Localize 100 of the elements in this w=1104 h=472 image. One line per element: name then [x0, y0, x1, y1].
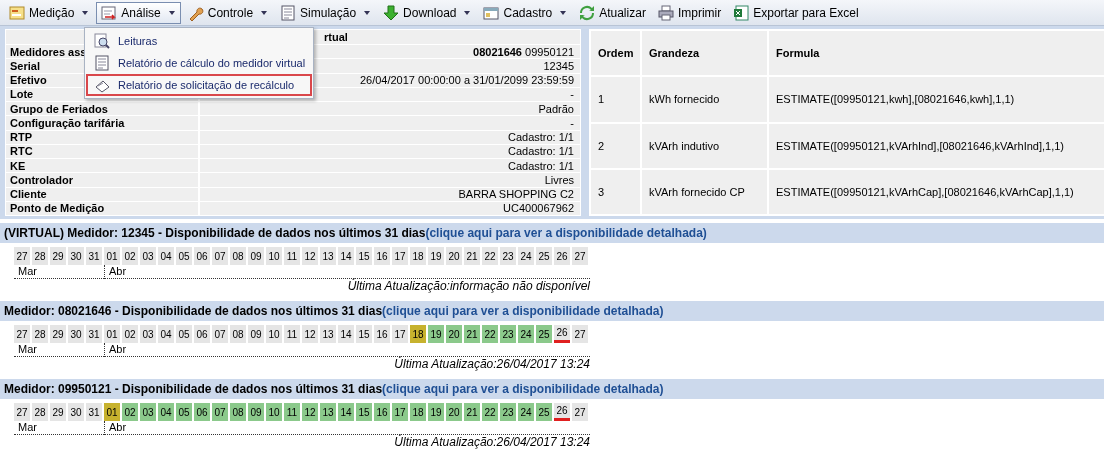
month-label: Abr	[109, 343, 127, 355]
day-cell: 18	[410, 247, 426, 265]
day-cell: 08	[230, 403, 246, 421]
day-cell: 24	[518, 403, 534, 421]
day-cell: 13	[320, 325, 336, 343]
detail-link[interactable]: (clique aqui para ver a disponibilidade detalhada)	[382, 304, 664, 318]
row-value: Cadastro: 1/1	[200, 159, 580, 173]
caret-icon	[363, 8, 372, 17]
row-label: Ponto de Medição	[6, 201, 198, 215]
toolbar-button[interactable]: Controle	[182, 1, 274, 24]
column-header: Ordem	[591, 31, 640, 76]
day-cell: 04	[158, 403, 174, 421]
day-cell: 08	[230, 325, 246, 343]
toolbar-button[interactable]: Exportar para Excel	[728, 1, 864, 24]
day-cell: 17	[392, 403, 408, 421]
day-cell: 16	[374, 403, 390, 421]
day-cell: 30	[68, 247, 84, 265]
day-cell: 19	[428, 403, 444, 421]
day-cell: 25	[536, 403, 552, 421]
row-value: -	[200, 116, 580, 130]
toolbar-button[interactable]: Atualizar	[574, 1, 651, 24]
row-label: Configuração tarifária	[6, 116, 198, 130]
table-cell: 1	[591, 77, 640, 122]
refresh-icon	[579, 4, 596, 21]
toolbar-button[interactable]: Cadastro	[478, 1, 573, 24]
day-cell: 27	[14, 403, 30, 421]
day-cell: 02	[122, 247, 138, 265]
day-cell: 11	[284, 325, 300, 343]
table-cell: kVArh fornecido CP	[642, 169, 767, 214]
day-cell: 03	[140, 325, 156, 343]
day-cell: 10	[266, 247, 282, 265]
table-cell: 2	[591, 123, 640, 168]
card-icon	[483, 4, 500, 21]
day-cell: 27	[572, 247, 588, 265]
toolbar-button[interactable]: Imprimir	[652, 1, 727, 24]
day-cell: 20	[446, 403, 462, 421]
caret-icon	[260, 8, 269, 17]
day-cell: 12	[302, 403, 318, 421]
section-title: Medidor: 09950121 - Disponibilidade de dados nos últimos 31 dias	[4, 382, 383, 396]
month-label: Mar	[18, 265, 37, 277]
day-cell: 24	[518, 247, 534, 265]
table-cell: kVArh indutivo	[642, 123, 767, 168]
last-update-text: Última Atualização:26/04/2017 13:24	[394, 357, 590, 371]
day-cell: 09	[248, 325, 264, 343]
day-cell: 28	[32, 325, 48, 343]
day-cell: 12	[302, 325, 318, 343]
day-cell: 26	[554, 247, 570, 265]
detail-link[interactable]: (clique aqui para ver a disponibilidade detalhada)	[425, 226, 707, 240]
month-label: Abr	[109, 265, 127, 277]
day-cell: 22	[482, 247, 498, 265]
day-cell: 10	[266, 325, 282, 343]
caret-icon	[559, 8, 568, 17]
column-header: Grandeza	[642, 31, 767, 76]
row-value: UC400067962	[200, 201, 580, 215]
day-cell: 16	[374, 325, 390, 343]
day-cell: 29	[50, 403, 66, 421]
row-value: Cadastro: 1/1	[200, 130, 580, 144]
day-cell: 31	[86, 247, 102, 265]
day-cell: 28	[32, 403, 48, 421]
toolbar-button[interactable]: Download	[378, 1, 477, 24]
day-cell: 19	[428, 325, 444, 343]
spreadsheet-icon	[733, 4, 750, 21]
toolbar-button[interactable]: Análise	[96, 1, 181, 24]
day-cell: 26	[554, 325, 570, 343]
day-cell: 20	[446, 247, 462, 265]
table-cell: ESTIMATE([09950121,kwh],[08021646,kwh],1,1)	[769, 77, 1104, 122]
day-cell: 18	[410, 403, 426, 421]
day-cell: 05	[176, 325, 192, 343]
day-cell: 07	[212, 247, 228, 265]
day-cell: 28	[32, 247, 48, 265]
day-cell: 13	[320, 403, 336, 421]
day-cell: 09	[248, 247, 264, 265]
row-label: Cliente	[6, 187, 198, 201]
row-value: BARRA SHOPPING C2	[200, 187, 580, 201]
toolbar-button[interactable]: Simulação	[275, 1, 377, 24]
day-cell: 30	[68, 325, 84, 343]
day-cell: 23	[500, 403, 516, 421]
day-cell: 01	[104, 325, 120, 343]
day-cell: 14	[338, 403, 354, 421]
day-cell: 12	[302, 247, 318, 265]
document-icon	[280, 4, 297, 21]
magnifier-icon	[94, 33, 110, 49]
day-cell: 22	[482, 325, 498, 343]
day-cell: 27	[14, 247, 30, 265]
day-cell: 15	[356, 403, 372, 421]
row-value: Livres	[200, 173, 580, 187]
section-title: (VIRTUAL) Medidor: 12345 - Disponibilidade de dados nos últimos 31 dias	[4, 226, 426, 240]
detail-link[interactable]: (clique aqui para ver a disponibilidade detalhada)	[382, 382, 664, 396]
day-cell: 20	[446, 325, 462, 343]
day-cell: 01	[104, 403, 120, 421]
menu-item[interactable]: Relatório de solicitação de recálculo	[86, 74, 312, 96]
day-cell: 05	[176, 403, 192, 421]
day-cell: 11	[284, 247, 300, 265]
row-label: KE	[6, 159, 198, 173]
day-cell: 17	[392, 247, 408, 265]
toolbar-button[interactable]: Medição	[4, 1, 95, 24]
day-cell: 18	[410, 325, 426, 343]
day-cell: 31	[86, 403, 102, 421]
table-title: rtual	[324, 31, 348, 43]
table-cell: kWh fornecido	[642, 77, 767, 122]
